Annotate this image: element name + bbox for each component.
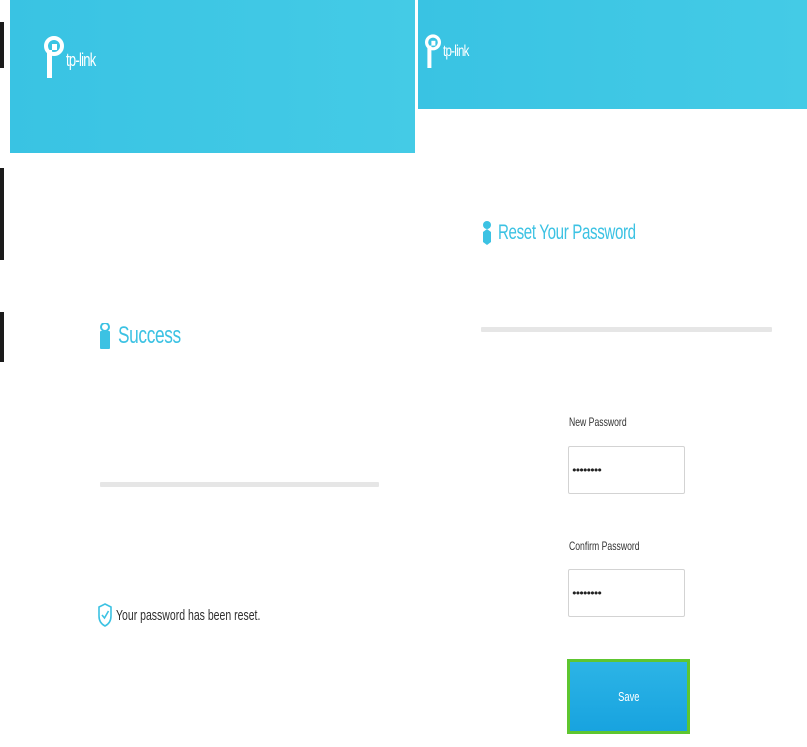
edge-segment <box>0 22 4 68</box>
save-button[interactable]: Save <box>570 662 687 731</box>
key-icon <box>483 221 491 245</box>
success-message-text: Your password has been reset. <box>116 606 261 624</box>
tp-link-logo-icon <box>425 34 441 68</box>
save-button-highlight: Save <box>567 659 690 734</box>
new-password-input[interactable] <box>568 446 685 494</box>
edge-segment <box>0 168 4 260</box>
divider <box>481 327 772 332</box>
tp-link-logo: tp-link <box>425 34 479 70</box>
success-title-text: Success <box>118 322 181 349</box>
logo-text: tp-link <box>443 43 469 60</box>
header-bar: tp-link <box>418 0 807 109</box>
confirm-password-label: Confirm Password <box>569 539 640 553</box>
new-password-label: New Password <box>569 415 627 429</box>
tp-link-logo-icon <box>44 36 64 78</box>
reset-password-panel: tp-link Reset Your Password New Password… <box>418 0 807 747</box>
lock-icon <box>100 323 110 349</box>
success-title: Success <box>100 322 205 350</box>
shield-check-icon <box>98 603 112 627</box>
edge-segment <box>0 312 4 362</box>
divider <box>100 482 379 487</box>
header-bar: tp-link <box>10 0 415 153</box>
reset-title: Reset Your Password <box>482 220 689 246</box>
logo-text: tp-link <box>66 49 96 70</box>
confirm-password-input[interactable] <box>568 569 685 617</box>
success-panel: tp-link Success Your password has been r… <box>10 0 415 747</box>
save-button-label: Save <box>617 689 640 704</box>
success-message: Your password has been reset. <box>98 603 322 627</box>
tp-link-logo: tp-link <box>44 36 107 80</box>
window-edge <box>0 0 4 747</box>
reset-title-text: Reset Your Password <box>498 221 636 244</box>
